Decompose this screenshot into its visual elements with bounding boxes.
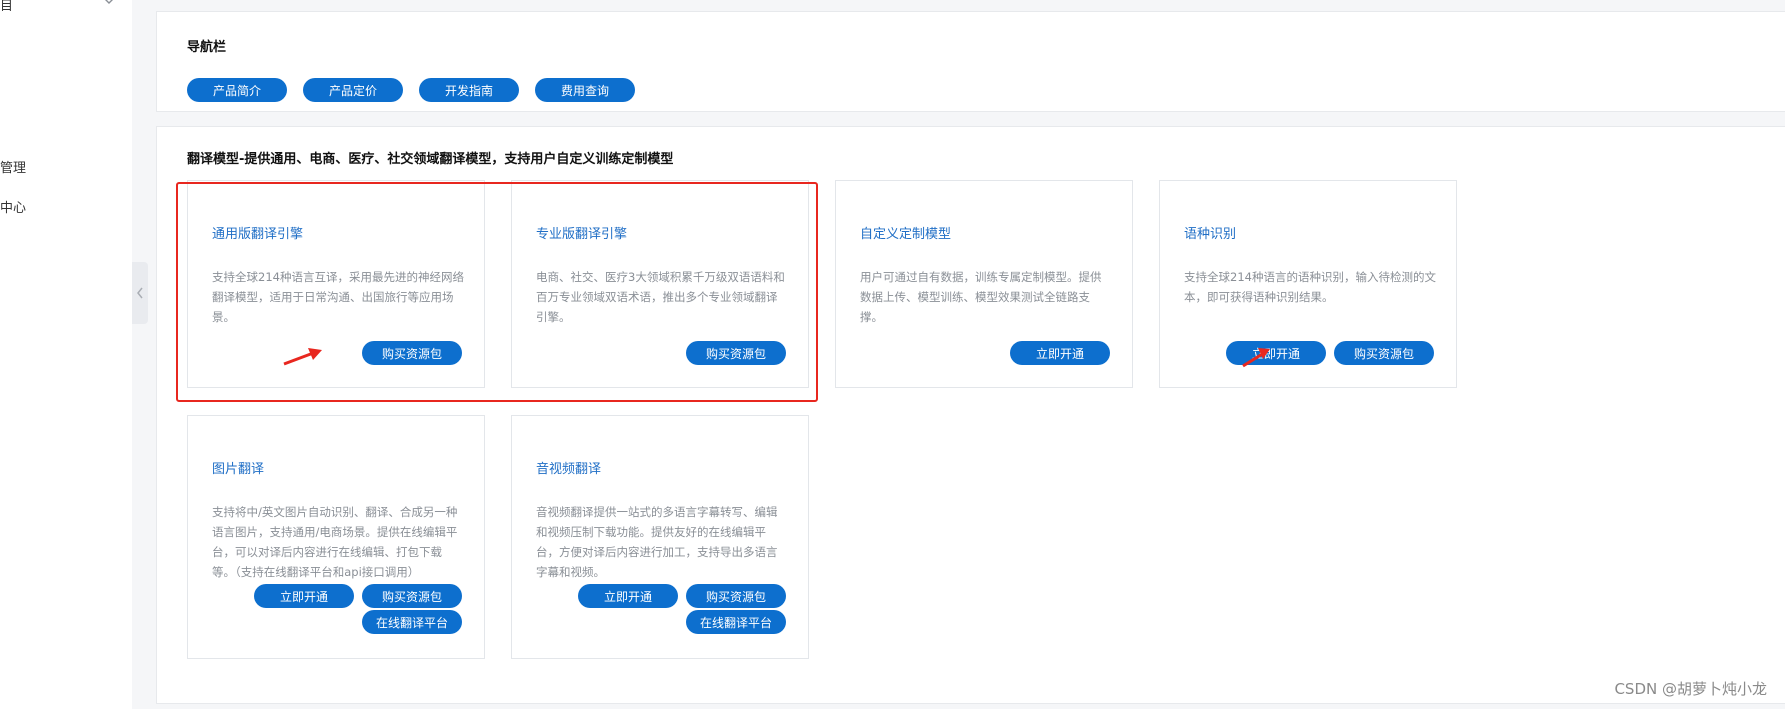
sidebar-item-management[interactable]: 管理 [0,157,26,176]
chevron-down-icon[interactable] [102,0,116,8]
sidebar: 目 管理 中心 [0,0,132,709]
card-description: 用户可通过自有数据，训练专属定制模型。提供数据上传、模型训练、模型效果测试全链路… [860,270,1102,324]
card-title[interactable]: 音视频翻译 [536,458,601,477]
sidebar-item-partial[interactable]: 目 [0,0,13,14]
nav-button-billing[interactable]: 费用查询 [535,78,635,102]
activate-now-button[interactable]: 立即开通 [578,584,678,608]
red-arrow-icon [1240,346,1274,374]
card-language-detection: 语种识别 支持全球214种语言的语种识别，输入待检测的文本，即可获得语种识别结果… [1159,180,1457,388]
nav-button-pricing[interactable]: 产品定价 [303,78,403,102]
sidebar-item-center[interactable]: 中心 [0,197,26,216]
card-description: 音视频翻译提供一站式的多语言字幕转写、编辑和视频压制下载功能。提供友好的在线编辑… [536,505,778,579]
card-description: 支持将中/英文图片自动识别、翻译、合成另一种语言图片，支持通用/电商场景。提供在… [212,505,458,579]
nav-button-product-intro[interactable]: 产品简介 [187,78,287,102]
card-title[interactable]: 自定义定制模型 [860,223,951,242]
red-arrow-icon [282,346,326,372]
buy-package-button[interactable]: 购买资源包 [1334,341,1434,365]
buy-package-button[interactable]: 购买资源包 [362,584,462,608]
chevron-left-icon[interactable] [132,262,148,324]
card-description: 支持全球214种语言的语种识别，输入待检测的文本，即可获得语种识别结果。 [1184,270,1436,304]
models-panel-title: 翻译模型-提供通用、电商、医疗、社交领域翻译模型，支持用户自定义训练定制模型 [187,152,674,167]
card-title[interactable]: 图片翻译 [212,458,264,477]
online-translation-platform-button[interactable]: 在线翻译平台 [686,610,786,634]
buy-package-button[interactable]: 购买资源包 [686,584,786,608]
annotation-highlight-box [176,182,818,402]
nav-button-dev-guide[interactable]: 开发指南 [419,78,519,102]
nav-panel: 导航栏 产品简介 产品定价 开发指南 费用查询 [156,11,1785,112]
watermark: CSDN @胡萝卜炖小龙 [1614,680,1767,698]
activate-now-button[interactable]: 立即开通 [1010,341,1110,365]
online-translation-platform-button[interactable]: 在线翻译平台 [362,610,462,634]
nav-panel-title: 导航栏 [187,40,227,55]
card-title[interactable]: 语种识别 [1184,223,1236,242]
card-custom-model: 自定义定制模型 用户可通过自有数据，训练专属定制模型。提供数据上传、模型训练、模… [835,180,1133,388]
card-image-translation: 图片翻译 支持将中/英文图片自动识别、翻译、合成另一种语言图片，支持通用/电商场… [187,415,485,659]
card-av-translation: 音视频翻译 音视频翻译提供一站式的多语言字幕转写、编辑和视频压制下载功能。提供友… [511,415,809,659]
activate-now-button[interactable]: 立即开通 [254,584,354,608]
